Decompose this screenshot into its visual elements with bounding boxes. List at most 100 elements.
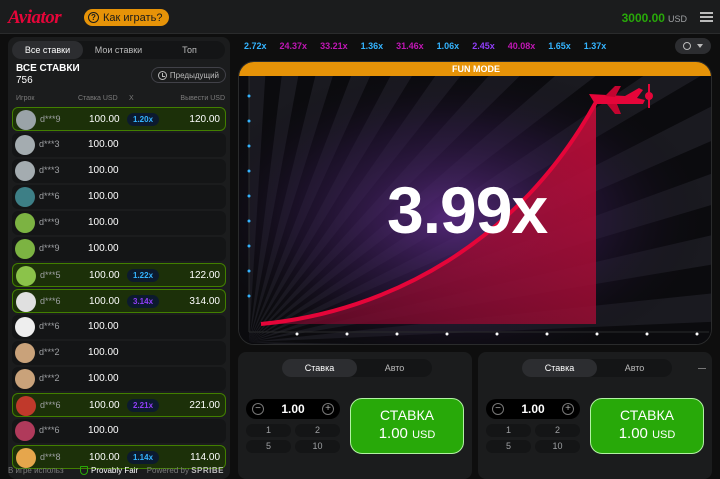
player-name: d***2 [39, 347, 60, 357]
tab-auto-1[interactable]: Авто [357, 359, 432, 377]
bet-row: d***2 100.00 [12, 367, 226, 391]
minus-icon[interactable]: − [492, 403, 504, 415]
shield-icon [80, 466, 88, 475]
cashout-amount: 120.00 [189, 114, 220, 125]
history-multiplier[interactable]: 33.21x [314, 37, 354, 55]
bet-amount: 100.00 [88, 425, 119, 436]
tab-all-bets[interactable]: Все ставки [12, 41, 83, 59]
bet-amount: 100.00 [88, 321, 119, 332]
cashout-amount: 114.00 [190, 452, 220, 463]
bets-table-header: Игрок Ставка USD X Вывести USD [8, 95, 230, 105]
bet-amount: 100.00 [89, 270, 120, 281]
player-name: d***6 [39, 191, 60, 201]
history-multiplier[interactable]: 2.45x [466, 37, 501, 55]
quick-amount-button[interactable]: 10 [535, 440, 580, 453]
player-name: d***5 [40, 270, 61, 280]
quick-amount-button[interactable]: 2 [535, 424, 580, 437]
history-multiplier[interactable]: 1.36x [355, 37, 390, 55]
bet-amount-2[interactable]: 1.00 [521, 402, 544, 416]
tab-my-bets[interactable]: Мои ставки [83, 41, 154, 59]
history-icon [157, 70, 167, 80]
bet-button-title: СТАВКА [620, 407, 674, 423]
cashout-amount: 122.00 [189, 270, 220, 281]
previous-round-label: Предыдущий [169, 70, 219, 80]
in-game-text: В игре использ [8, 466, 64, 475]
bet-amount: 100.00 [88, 191, 119, 202]
bet-button-currency: USD [652, 429, 676, 441]
quick-amount-button[interactable]: 5 [246, 440, 291, 453]
history-multiplier[interactable]: 1.06x [431, 37, 466, 55]
player-avatar [15, 317, 35, 337]
bet-row: d***2 100.00 [12, 341, 226, 365]
tab-top[interactable]: Топ [154, 41, 225, 59]
bet-amount: 100.00 [89, 400, 120, 411]
player-avatar [16, 266, 36, 286]
bet-row: d***6 100.00 [12, 185, 226, 209]
quick-amount-button[interactable]: 5 [486, 440, 531, 453]
tab-bet-1[interactable]: Ставка [282, 359, 357, 377]
player-avatar [15, 187, 35, 207]
plus-icon[interactable]: + [561, 403, 574, 415]
aviator-logo: Aviator [8, 7, 62, 28]
bet-panel-2: Ставка Авто − 1.00 + 1 2 5 10 СТАВКА 1.0… [478, 352, 712, 479]
balance-value: 3000.00 [621, 11, 665, 25]
previous-round-button[interactable]: Предыдущий [150, 67, 226, 83]
plus-icon[interactable]: + [321, 403, 334, 415]
bet-amount: 100.00 [89, 452, 120, 463]
all-bets-count: 756 [16, 75, 33, 86]
bet-panel-1: Ставка Авто − 1.00 + 1 2 5 10 СТАВКА 1.0… [238, 352, 472, 479]
player-avatar [16, 110, 36, 130]
minus-icon[interactable]: − [252, 403, 264, 415]
bet-amount: 100.00 [88, 139, 119, 150]
history-toggle-button[interactable] [675, 38, 711, 54]
history-multiplier[interactable]: 1.37x [578, 37, 613, 55]
place-bet-button-1[interactable]: СТАВКА 1.00 USD [350, 398, 464, 454]
bet-button-amount-line: 1.00 USD [591, 425, 703, 442]
bet-row: d***3 100.00 [12, 133, 226, 157]
place-bet-button-2[interactable]: СТАВКА 1.00 USD [590, 398, 704, 454]
col-cashout: Вывести USD [180, 95, 225, 102]
how-to-play-label: Как играть? [103, 11, 163, 24]
bet-row: d***6 100.00 [12, 419, 226, 443]
powered-by: Powered by SPRIBE [147, 466, 224, 475]
bet-mode-switch-1: Ставка Авто [282, 359, 432, 377]
remove-panel-icon[interactable] [698, 368, 706, 369]
history-multiplier[interactable]: 24.37x [274, 37, 314, 55]
history-multiplier[interactable]: 2.72x [238, 37, 273, 55]
player-avatar [16, 448, 36, 468]
bet-amount-stepper-2: − 1.00 + [486, 399, 580, 419]
player-name: d***9 [40, 114, 61, 124]
cashout-multiplier: 1.20x [127, 113, 160, 126]
menu-icon[interactable] [700, 12, 713, 22]
quick-amount-button[interactable]: 1 [246, 424, 291, 437]
provably-fair-link[interactable]: Provably Fair [80, 466, 138, 475]
history-multiplier[interactable]: 31.46x [390, 37, 430, 55]
bet-button-currency: USD [412, 429, 436, 441]
history-multiplier[interactable]: 1.65x [542, 37, 577, 55]
player-avatar [16, 396, 36, 416]
player-name: d***9 [39, 217, 60, 227]
cashout-amount: 221.00 [189, 400, 220, 411]
bet-amount-1[interactable]: 1.00 [281, 402, 304, 416]
player-avatar [15, 343, 35, 363]
bet-amount: 100.00 [88, 347, 119, 358]
how-to-play-button[interactable]: ? Как играть? [84, 9, 170, 26]
bets-sidebar: Все ставки Мои ставки Топ ВСЕ СТАВКИ 756… [8, 37, 230, 479]
bet-row: d***6 100.00 3.14x 314.00 [12, 289, 226, 313]
clock-icon [683, 42, 691, 50]
quick-amounts-2: 1 2 5 10 [486, 424, 580, 453]
tab-auto-2[interactable]: Авто [597, 359, 672, 377]
player-name: d***6 [40, 400, 61, 410]
quick-amounts-1: 1 2 5 10 [246, 424, 340, 453]
player-avatar [15, 239, 35, 259]
player-avatar [15, 369, 35, 389]
bet-amount: 100.00 [88, 217, 119, 228]
cashout-multiplier: 3.14x [127, 295, 160, 308]
tab-bet-2[interactable]: Ставка [522, 359, 597, 377]
quick-amount-button[interactable]: 10 [295, 440, 340, 453]
quick-amount-button[interactable]: 1 [486, 424, 531, 437]
chevron-down-icon [697, 44, 703, 48]
quick-amount-button[interactable]: 2 [295, 424, 340, 437]
history-multiplier[interactable]: 40.08x [502, 37, 542, 55]
cashout-multiplier: 2.21x [127, 399, 160, 412]
